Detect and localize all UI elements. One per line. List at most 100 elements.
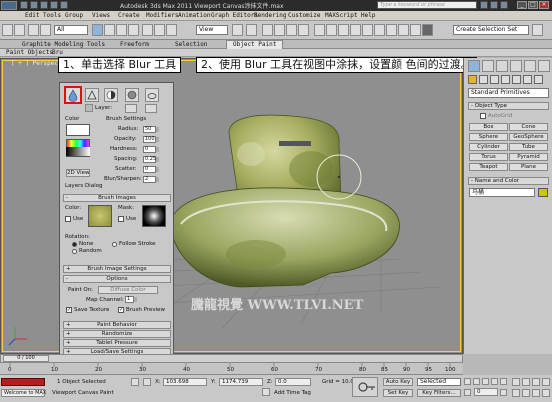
menu-animation[interactable]: Animation bbox=[178, 12, 211, 19]
app-logo-icon[interactable] bbox=[1, 1, 17, 10]
tab-freeform[interactable]: Freeform bbox=[120, 41, 149, 48]
pan-icon[interactable] bbox=[522, 389, 530, 397]
field-of-view-icon[interactable] bbox=[512, 389, 520, 397]
sphere-button[interactable]: Sphere bbox=[469, 133, 508, 141]
render-setup-button[interactable] bbox=[410, 24, 421, 36]
snaps-toggle-button[interactable] bbox=[262, 24, 273, 36]
menu-graph-editors[interactable]: Graph Editors bbox=[211, 12, 258, 19]
layer-settings-button[interactable] bbox=[125, 104, 137, 113]
go-to-start-icon[interactable] bbox=[464, 378, 471, 385]
display-tab-icon[interactable] bbox=[524, 60, 536, 72]
helpers-icon[interactable] bbox=[512, 75, 521, 84]
brush-image-settings-rollout[interactable]: + Brush Image Settings bbox=[63, 265, 171, 273]
paint-behavior-rollout[interactable]: + Paint Behavior bbox=[63, 321, 171, 329]
star-icon[interactable] bbox=[490, 1, 498, 9]
go-to-end-icon[interactable] bbox=[500, 378, 507, 385]
time-slider[interactable]: 0 / 100 bbox=[0, 354, 463, 363]
cone-button[interactable]: Cone bbox=[509, 123, 548, 131]
space-warps-icon[interactable] bbox=[523, 75, 532, 84]
help-icon[interactable] bbox=[500, 1, 508, 9]
y-coordinate-field[interactable]: 1174.739 bbox=[219, 378, 263, 386]
zoom-all-icon[interactable] bbox=[522, 378, 530, 386]
percent-snap-button[interactable] bbox=[286, 24, 297, 36]
x-coordinate-field[interactable]: 103.698 bbox=[163, 378, 207, 386]
cylinder-button[interactable]: Cylinder bbox=[469, 143, 508, 151]
layer-manager-button[interactable] bbox=[350, 24, 361, 36]
use-color-checkbox[interactable] bbox=[65, 216, 71, 222]
rendered-frame-button[interactable] bbox=[422, 24, 433, 36]
key-filters-button[interactable]: Key Filters... bbox=[417, 389, 461, 397]
auto-key-button[interactable]: Auto Key bbox=[383, 378, 413, 386]
play-icon[interactable] bbox=[482, 378, 489, 385]
welcome-field[interactable]: Welcome to MAX bbox=[1, 389, 46, 397]
radius-spinner[interactable]: 50 bbox=[143, 126, 159, 133]
select-link-button[interactable] bbox=[28, 24, 39, 36]
reference-coord-dropdown[interactable]: View bbox=[196, 25, 228, 35]
unlink-button[interactable] bbox=[40, 24, 51, 36]
save-file-icon[interactable] bbox=[40, 1, 48, 9]
rotation-none-radio[interactable] bbox=[72, 242, 77, 247]
undo-button[interactable] bbox=[2, 24, 13, 36]
add-time-tag[interactable]: Add Time Tag bbox=[274, 390, 311, 396]
undo-icon[interactable] bbox=[50, 1, 58, 9]
zoom-extents-icon[interactable] bbox=[532, 378, 540, 386]
orbit-icon[interactable] bbox=[532, 389, 540, 397]
paint-objects-label[interactable]: Paint Objects bbox=[6, 49, 53, 56]
z-coordinate-field[interactable]: 0.0 bbox=[275, 378, 311, 386]
paint-on-button[interactable]: Diffuse Color bbox=[98, 286, 158, 294]
maximize-button[interactable]: □ bbox=[528, 1, 538, 9]
primitives-dropdown[interactable]: Standard Primitives bbox=[468, 88, 549, 98]
selection-filter-dropdown[interactable]: All bbox=[54, 25, 88, 35]
menu-edit[interactable]: Edit bbox=[25, 12, 39, 19]
search-input[interactable]: Type a keyword or phrase bbox=[377, 1, 477, 9]
sharpen-tool-button[interactable] bbox=[85, 88, 99, 102]
time-tag-icon[interactable] bbox=[262, 388, 270, 396]
object-color-swatch[interactable] bbox=[538, 188, 548, 197]
track-bar[interactable]: 0 10 20 30 40 50 60 70 80 85 90 95 100 bbox=[0, 363, 463, 375]
binoculars-icon[interactable] bbox=[480, 1, 488, 9]
angle-snap-button[interactable] bbox=[274, 24, 285, 36]
next-frame-icon[interactable] bbox=[491, 378, 498, 385]
graphite-toggle-button[interactable] bbox=[362, 24, 373, 36]
name-and-color-rollout[interactable]: - Name and Color bbox=[468, 177, 549, 185]
contrast-tool-button[interactable] bbox=[104, 88, 118, 102]
named-selection-sets-dropdown[interactable]: Create Selection Set bbox=[453, 25, 529, 35]
menu-create[interactable]: Create bbox=[118, 12, 140, 19]
redo-button[interactable] bbox=[14, 24, 25, 36]
lock-selection-icon[interactable] bbox=[131, 378, 139, 386]
key-selection-dropdown[interactable]: Selected bbox=[417, 378, 461, 386]
scale-button[interactable] bbox=[166, 24, 177, 36]
set-key-button[interactable]: Set Key bbox=[383, 389, 413, 397]
rotate-button[interactable] bbox=[154, 24, 165, 36]
teapot-button[interactable]: Teapot bbox=[469, 163, 508, 171]
modify-tab-icon[interactable] bbox=[482, 60, 494, 72]
object-name-field[interactable]: 马桶 bbox=[469, 188, 535, 197]
torus-button[interactable]: Torus bbox=[469, 153, 508, 161]
select-manipulate-button[interactable] bbox=[246, 24, 257, 36]
geosphere-button[interactable]: GeoSphere bbox=[509, 133, 548, 141]
spacing-spinner[interactable]: 0.25 bbox=[143, 156, 159, 163]
close-button[interactable]: × bbox=[539, 1, 549, 9]
create-tab-icon[interactable] bbox=[468, 60, 480, 72]
tablet-pressure-rollout[interactable]: + Tablet Pressure bbox=[63, 339, 171, 347]
menu-help[interactable]: Help bbox=[361, 12, 375, 19]
new-file-icon[interactable] bbox=[20, 1, 28, 9]
key-mode-icon[interactable] bbox=[464, 389, 471, 396]
time-slider-thumb[interactable]: 0 / 100 bbox=[3, 355, 49, 362]
mirror-button[interactable] bbox=[326, 24, 337, 36]
time-config-icon[interactable] bbox=[500, 389, 507, 396]
menu-modifiers[interactable]: Modifiers bbox=[146, 12, 179, 19]
brush-images-rollout[interactable]: - Brush Images bbox=[63, 194, 171, 202]
hierarchy-tab-icon[interactable] bbox=[496, 60, 508, 72]
blur-tool-button[interactable] bbox=[64, 86, 82, 104]
menu-customize[interactable]: Customize bbox=[288, 12, 321, 19]
layers-dialog-label[interactable]: Layers Dialog bbox=[65, 183, 102, 189]
options-rollout[interactable]: - Options bbox=[63, 275, 171, 283]
move-button[interactable] bbox=[142, 24, 153, 36]
absolute-mode-icon[interactable] bbox=[143, 378, 151, 386]
tab-object-paint[interactable]: Object Paint bbox=[226, 40, 284, 49]
hardness-spinner[interactable]: 0 bbox=[143, 146, 159, 153]
clone-tool-button[interactable] bbox=[145, 88, 159, 102]
schematic-view-button[interactable] bbox=[386, 24, 397, 36]
menu-rendering[interactable]: Rendering bbox=[254, 12, 287, 19]
